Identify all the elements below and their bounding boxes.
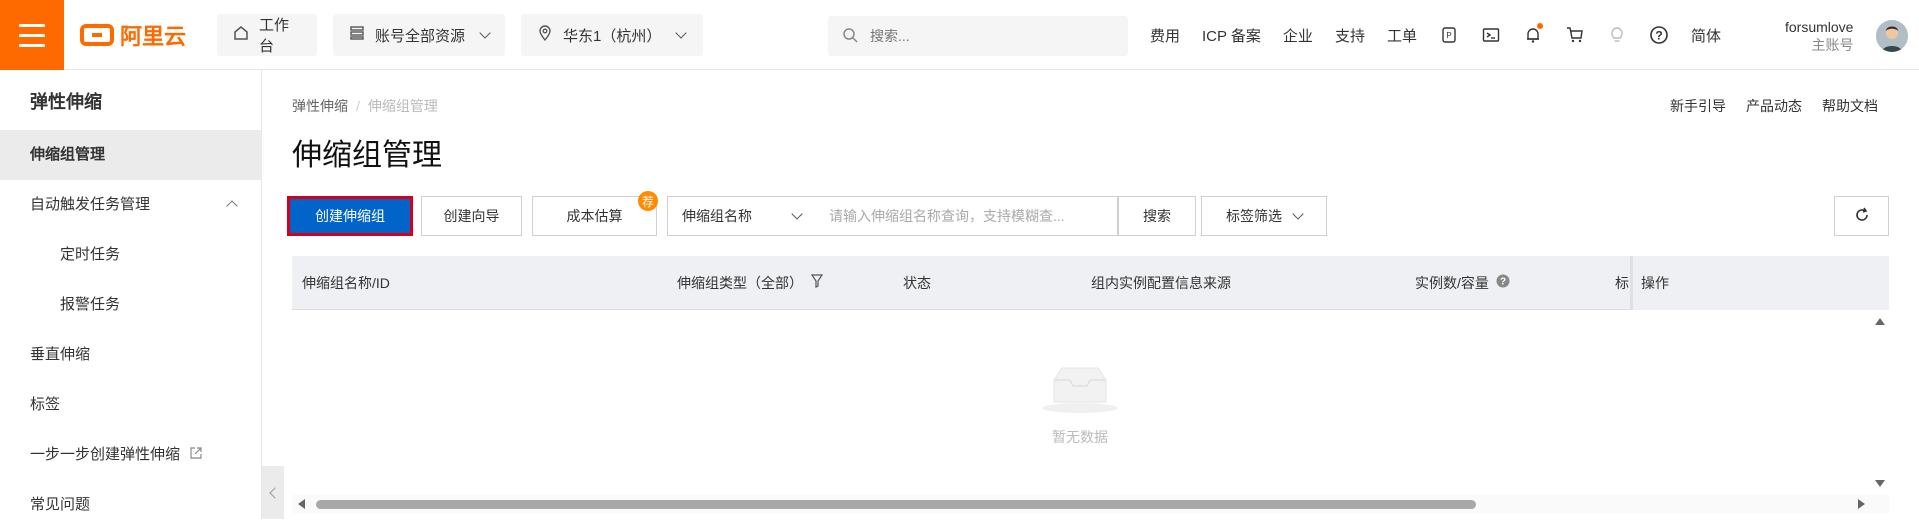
sidebar: 弹性伸缩 伸缩组管理 自动触发任务管理 定时任务 报警任务 垂直伸缩 标签 一步… — [0, 70, 262, 519]
help-icon[interactable]: ? — [1649, 25, 1669, 45]
user-role: 主账号 — [1811, 37, 1854, 53]
resources-label: 账号全部资源 — [375, 27, 466, 45]
cost-estimate-label: 成本估算 — [566, 208, 623, 224]
chevron-up-icon — [226, 200, 238, 212]
resources-dropdown[interactable]: 账号全部资源 — [333, 14, 505, 56]
chevron-down-icon — [1292, 208, 1304, 220]
location-pin-icon — [537, 25, 553, 45]
search-input[interactable] — [868, 27, 1108, 45]
sidebar-item-tutorial[interactable]: 一步一步创建弹性伸缩 — [0, 430, 262, 480]
top-link-icp[interactable]: ICP 备案 — [1202, 25, 1261, 46]
sidebar-item-alarm-tasks[interactable]: 报警任务 — [0, 280, 262, 330]
create-wizard-button[interactable]: 创建向导 — [421, 196, 522, 236]
top-link-enterprise[interactable]: 企业 — [1283, 25, 1313, 46]
scroll-up-arrow[interactable] — [1875, 318, 1885, 325]
sidebar-item-scaling-groups[interactable]: 伸缩组管理 — [0, 130, 262, 180]
user-info[interactable]: forsumlove 主账号 — [1785, 18, 1853, 54]
brand-name: 阿里云 — [120, 24, 187, 49]
menu-icon[interactable] — [0, 0, 64, 70]
top-link-ticket[interactable]: 工单 — [1387, 25, 1417, 46]
region-dropdown[interactable]: 华东1（杭州） — [521, 14, 703, 56]
cart-icon[interactable] — [1565, 25, 1585, 45]
sidebar-title: 弹性伸缩 — [30, 92, 102, 112]
filter-icon[interactable] — [810, 274, 824, 291]
table-header: 伸缩组名称/ID 伸缩组类型（全部） 状态 组内实例配置信息来源 实例数/容量 … — [292, 256, 1889, 310]
link-getting-started[interactable]: 新手引导 — [1670, 96, 1726, 116]
bell-icon[interactable] — [1523, 23, 1543, 45]
col-actions: 操作 — [1630, 256, 1889, 310]
breadcrumb: 弹性伸缩 / 伸缩组管理 — [292, 98, 438, 114]
refresh-icon — [1854, 207, 1870, 226]
empty-state: 暂无数据 — [1040, 362, 1120, 447]
chevron-left-icon — [269, 486, 281, 499]
cost-estimate-button[interactable]: 成本估算 荐 — [532, 191, 658, 236]
svg-text:?: ? — [1655, 29, 1662, 43]
scroll-thumb[interactable] — [316, 500, 1476, 509]
avatar[interactable] — [1876, 20, 1908, 52]
recommend-badge: 荐 — [638, 191, 658, 211]
top-links: 费用 ICP 备案 企业 支持 工单 P ? 简体 — [1150, 0, 1721, 70]
scroll-right-arrow[interactable] — [1858, 499, 1865, 509]
question-icon[interactable]: ? — [1496, 274, 1510, 291]
language-switch[interactable]: 简体 — [1691, 25, 1721, 46]
sidebar-item-vertical-scaling[interactable]: 垂直伸缩 — [0, 330, 262, 380]
breadcrumb-current: 伸缩组管理 — [367, 98, 438, 114]
lightbulb-icon[interactable] — [1607, 25, 1627, 45]
chevron-down-icon — [479, 27, 491, 39]
sidebar-collapse-handle[interactable] — [262, 466, 284, 519]
sidebar-item-scheduled-tasks[interactable]: 定时任务 — [0, 230, 262, 280]
breadcrumb-item[interactable]: 弹性伸缩 — [292, 98, 348, 114]
top-link-billing[interactable]: 费用 — [1150, 25, 1180, 46]
col-config-source: 组内实例配置信息来源 — [1091, 275, 1231, 291]
scroll-down-arrow[interactable] — [1875, 480, 1885, 487]
sidebar-item-faq[interactable]: 常见问题 — [0, 480, 262, 530]
search-icon — [842, 27, 858, 46]
notification-dot — [1536, 23, 1543, 29]
workbench-button[interactable]: 工作台 — [217, 14, 317, 56]
refresh-button[interactable] — [1834, 196, 1889, 236]
ai-assistant-icon[interactable]: P — [1439, 25, 1459, 45]
col-name-id: 伸缩组名称/ID — [302, 275, 390, 291]
vertical-scrollbar[interactable] — [1870, 310, 1889, 495]
search-button[interactable]: 搜索 — [1118, 196, 1196, 236]
group-name-search-input[interactable] — [815, 196, 1118, 236]
external-link-icon — [190, 446, 202, 463]
col-group-type[interactable]: 伸缩组类型（全部） — [677, 256, 824, 310]
chevron-down-icon — [675, 27, 688, 39]
page-title: 伸缩组管理 — [292, 139, 442, 172]
user-name: forsumlove — [1785, 19, 1854, 35]
global-search[interactable] — [828, 16, 1128, 56]
svg-text:P: P — [1446, 31, 1451, 40]
link-help-docs[interactable]: 帮助文档 — [1822, 96, 1878, 116]
link-product-news[interactable]: 产品动态 — [1746, 96, 1802, 116]
empty-text: 暂无数据 — [1052, 429, 1108, 445]
empty-box-icon — [1040, 367, 1120, 418]
filter-field-value: 伸缩组名称 — [682, 208, 752, 224]
chevron-down-icon — [791, 208, 803, 220]
logo-mark — [80, 24, 114, 46]
top-link-support[interactable]: 支持 — [1335, 25, 1365, 46]
tag-filter-label: 标签筛选 — [1226, 208, 1282, 224]
svg-text:?: ? — [1500, 277, 1506, 288]
top-navbar: 阿里云 工作台 账号全部资源 华东1（杭州） 费用 ICP 备案 企业 支持 工… — [0, 0, 1919, 70]
stack-icon — [349, 25, 365, 45]
scroll-left-arrow[interactable] — [298, 499, 305, 509]
workbench-label: 工作台 — [259, 17, 290, 55]
horizontal-scrollbar[interactable] — [292, 495, 1889, 513]
brand-logo[interactable]: 阿里云 — [80, 20, 186, 50]
col-status: 状态 — [903, 275, 931, 291]
region-label: 华东1（杭州） — [563, 27, 662, 45]
create-scaling-group-button[interactable]: 创建伸缩组 — [287, 196, 413, 236]
col-instance-count: 实例数/容量 ? — [1415, 256, 1510, 310]
sidebar-item-auto-tasks[interactable]: 自动触发任务管理 — [0, 180, 262, 230]
help-links: 新手引导 产品动态 帮助文档 — [1670, 96, 1878, 116]
sidebar-item-tags[interactable]: 标签 — [0, 380, 262, 430]
home-icon — [233, 25, 249, 45]
filter-field-select[interactable]: 伸缩组名称 — [667, 196, 816, 236]
col-tag: 标 — [1615, 275, 1629, 291]
terminal-icon[interactable] — [1481, 25, 1501, 45]
tag-filter-dropdown[interactable]: 标签筛选 — [1201, 196, 1327, 236]
